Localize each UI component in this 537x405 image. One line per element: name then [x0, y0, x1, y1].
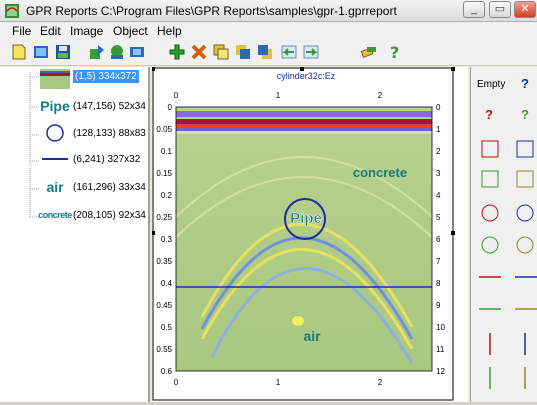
help-symbol-green-icon[interactable]: ?	[521, 107, 529, 122]
y-left-tick-label: 0.55	[156, 345, 172, 354]
image-thumbnail	[40, 69, 70, 89]
tree-item-pipe-label[interactable]: Pipe (147,156) 52x34	[0, 96, 150, 120]
y-right-tick-label: 4	[436, 191, 441, 200]
y-right-tick-label: 0	[436, 103, 441, 112]
y-right-tick-label: 7	[436, 257, 441, 266]
image-canvas[interactable]: cylinder32c:Ez Pipe concrete air 0 1 2 0…	[151, 67, 468, 402]
export-icon[interactable]	[108, 43, 126, 61]
copy-icon[interactable]	[212, 43, 230, 61]
undo-icon[interactable]	[280, 43, 298, 61]
overlay-label-pipe[interactable]: Pipe	[290, 210, 322, 228]
shape-palette: Empty ? ? ?	[470, 67, 537, 402]
line-thumbnail	[40, 149, 70, 169]
bring-front-icon[interactable]	[234, 43, 252, 61]
tree-item-concrete-label[interactable]: concrete (208,105) 92x34	[0, 205, 150, 229]
svg-text:1: 1	[276, 91, 281, 100]
tree-item-label: (1,5) 334x372	[73, 70, 139, 83]
menu-file[interactable]: File	[12, 24, 31, 38]
tree-item-line[interactable]: (6,241) 327x32	[0, 149, 150, 173]
help-symbol-red-icon[interactable]: ?	[485, 107, 493, 122]
overlay-label-air[interactable]: air	[303, 328, 321, 344]
y-right-tick-label: 6	[436, 235, 441, 244]
maximize-button[interactable]: ▭	[489, 1, 511, 18]
title-bar: GPR Reports C:\Program Files\GPR Reports…	[0, 0, 537, 22]
help-icon[interactable]: ?	[386, 43, 404, 61]
y-right-tick-label: 12	[436, 367, 445, 376]
text-thumbnail: air	[46, 179, 64, 195]
send-back-icon[interactable]	[256, 43, 274, 61]
y-left-tick-label: 0.05	[156, 125, 172, 134]
minimize-button[interactable]: _	[463, 1, 485, 18]
menu-edit[interactable]: Edit	[40, 24, 61, 38]
y-right-tick-label: 2	[436, 147, 441, 156]
y-left-tick-label: 0.15	[156, 169, 172, 178]
tree-item-label: (208,105) 92x34	[73, 210, 146, 221]
y-right-tick-label: 1	[436, 125, 441, 134]
menu-bar: File Edit Image Object Help	[0, 22, 537, 40]
tree-item-circle[interactable]: (128,133) 88x83	[0, 123, 150, 147]
save-icon[interactable]	[54, 43, 72, 61]
y-left-tick-label: 0.35	[156, 257, 172, 266]
svg-text:?: ?	[390, 43, 399, 61]
y-left-tick-label: 0.4	[161, 279, 173, 288]
y-left-tick-label: 0.2	[161, 191, 173, 200]
y-right-tick-label: 8	[436, 279, 441, 288]
toolbar: ?	[0, 40, 537, 66]
print-icon[interactable]	[128, 43, 146, 61]
y-left-tick-label: 0.5	[161, 323, 173, 332]
tree-item-label: (128,133) 88x83	[73, 128, 146, 139]
close-button[interactable]: ✕	[514, 1, 536, 18]
overlay-label-concrete[interactable]: concrete	[353, 165, 407, 180]
add-icon[interactable]	[168, 43, 186, 61]
y-left-tick-label: 0.25	[156, 213, 172, 222]
app-window: GPR Reports C:\Program Files\GPR Reports…	[0, 0, 537, 402]
svg-text:0: 0	[174, 378, 179, 387]
y-left-tick-label: 0	[168, 103, 173, 112]
redo-icon[interactable]	[302, 43, 320, 61]
tree-item-label: (147,156) 52x34	[73, 101, 146, 112]
new-icon[interactable]	[10, 43, 28, 61]
gpr-plot[interactable]: cylinder32c:Ez Pipe concrete air 0 1 2 0…	[151, 67, 468, 402]
palette-shapes[interactable]	[471, 135, 537, 402]
object-tree: (1,5) 334x372 Pipe (147,156) 52x34 (128,…	[0, 67, 150, 402]
y-left-tick-label: 0.1	[161, 147, 173, 156]
tree-item-image[interactable]: (1,5) 334x372	[0, 67, 150, 91]
app-icon	[5, 4, 19, 18]
menu-image[interactable]: Image	[70, 24, 103, 38]
y-axis-right: 0123456789101112	[436, 103, 445, 376]
tree-item-air-label[interactable]: air (161,296) 33x34	[0, 177, 150, 201]
link-icon[interactable]	[360, 43, 378, 61]
y-right-tick-label: 3	[436, 169, 441, 178]
text-thumbnail: Pipe	[40, 98, 70, 114]
svg-text:2: 2	[378, 378, 383, 387]
y-left-tick-label: 0.45	[156, 301, 172, 310]
import-icon[interactable]	[88, 43, 106, 61]
menu-object[interactable]: Object	[113, 24, 148, 38]
svg-text:1: 1	[276, 378, 281, 387]
open-icon[interactable]	[32, 43, 50, 61]
window-title: GPR Reports C:\Program Files\GPR Reports…	[26, 4, 397, 18]
delete-icon[interactable]	[190, 43, 208, 61]
y-left-tick-label: 0.3	[161, 235, 173, 244]
y-right-tick-label: 5	[436, 213, 441, 222]
tree-item-label: (161,296) 33x34	[73, 182, 146, 193]
y-left-tick-label: 0.6	[161, 367, 173, 376]
plot-title: cylinder32c:Ez	[277, 71, 336, 81]
svg-text:2: 2	[378, 91, 383, 100]
palette-empty[interactable]: Empty	[477, 79, 505, 90]
svg-text:0: 0	[174, 91, 179, 100]
circle-thumbnail	[40, 123, 70, 143]
menu-help[interactable]: Help	[157, 24, 182, 38]
tree-item-label: (6,241) 327x32	[73, 154, 141, 165]
y-right-tick-label: 11	[436, 345, 445, 354]
y-right-tick-label: 9	[436, 301, 441, 310]
y-axis-left: 0 0.05 0.1 0.15 0.2 0.25 0.3 0.35 0.4 0.45 0.5 0.55…	[156, 103, 172, 376]
text-thumbnail: concrete	[38, 210, 72, 220]
y-right-tick-label: 10	[436, 323, 445, 332]
help-symbol-blue-icon[interactable]: ?	[521, 76, 529, 91]
